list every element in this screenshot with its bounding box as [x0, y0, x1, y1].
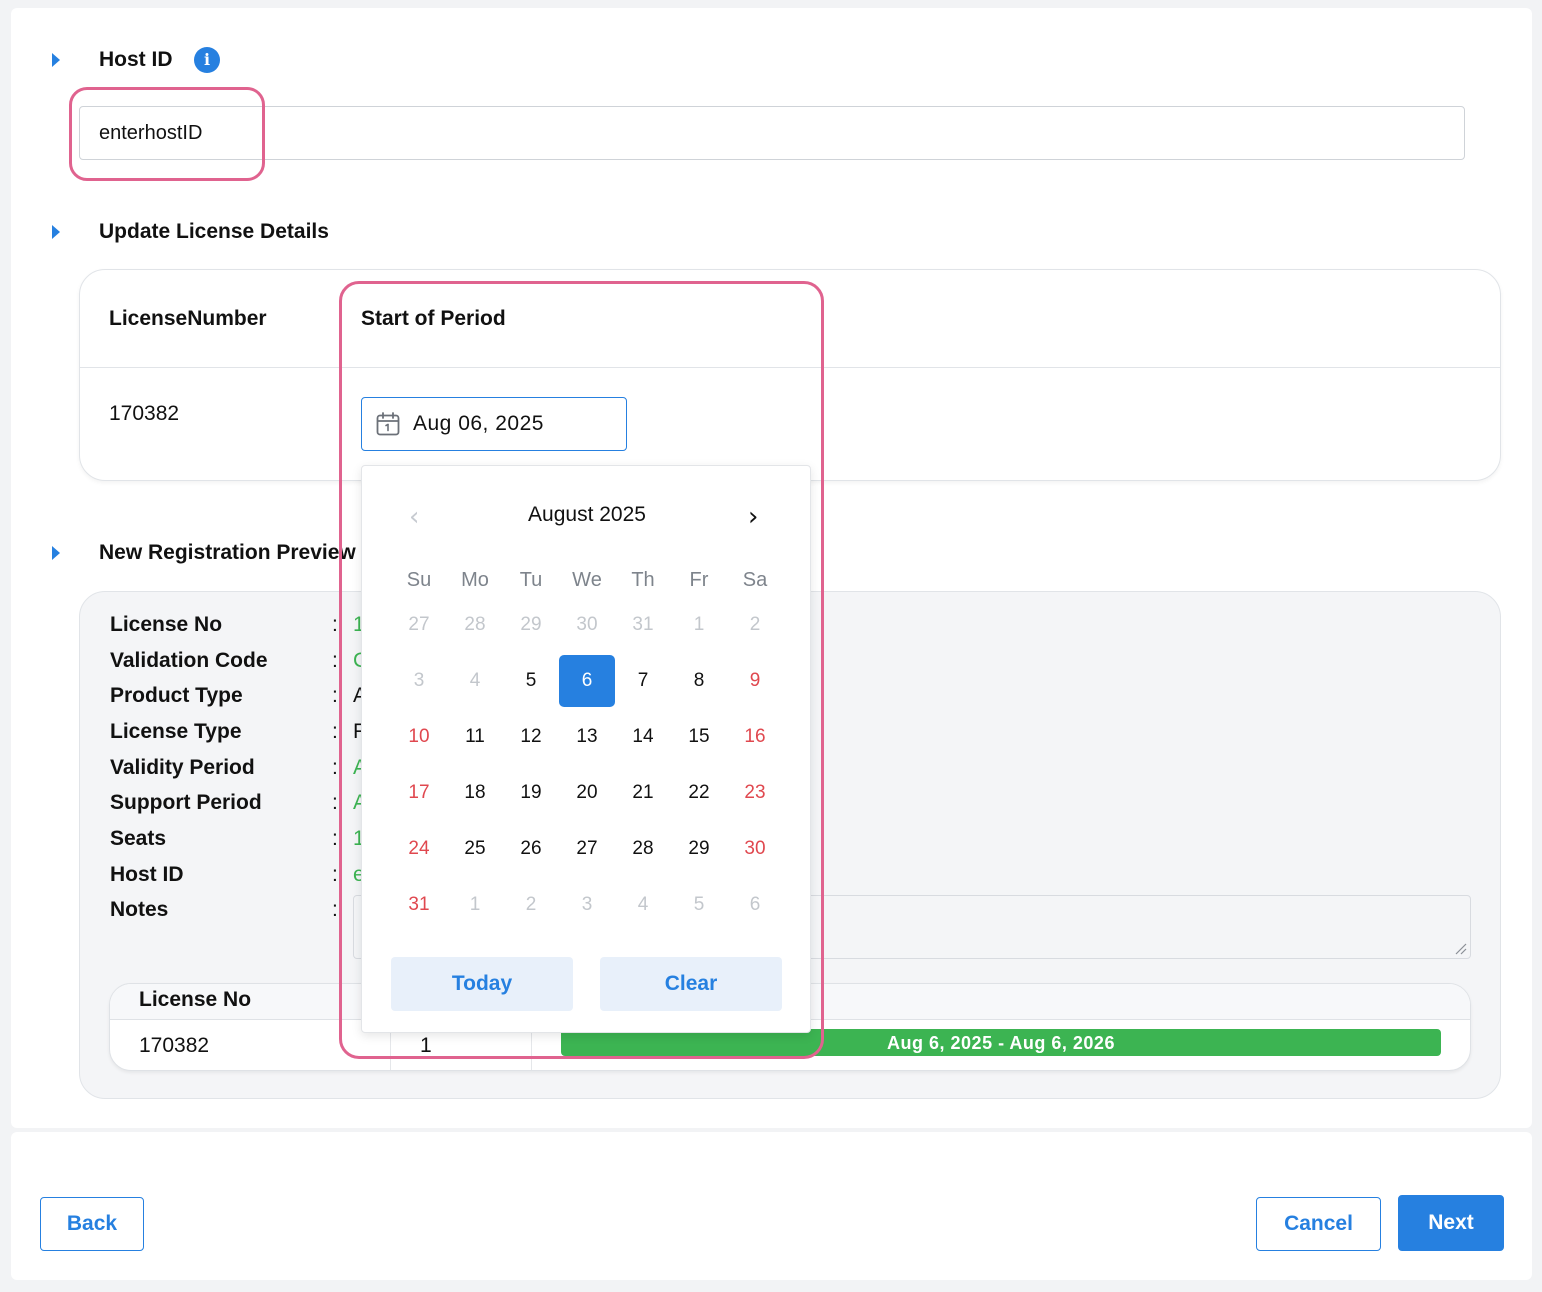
- resize-handle-icon[interactable]: [1455, 943, 1467, 955]
- field-colon: :: [332, 791, 338, 814]
- expand-arrow-icon[interactable]: [52, 546, 60, 560]
- field-label-notes: Notes: [110, 898, 169, 921]
- field-colon: :: [332, 863, 338, 886]
- host-id-title: Host ID: [99, 48, 173, 71]
- start-of-period-highlight: [339, 281, 824, 1059]
- update-license-title: Update License Details: [99, 220, 329, 243]
- registration-preview-title: New Registration Preview: [99, 541, 356, 564]
- field-colon: :: [332, 756, 338, 779]
- expand-arrow-icon[interactable]: [52, 53, 60, 67]
- field-label-validation-code: Validation Code: [110, 649, 268, 672]
- back-button[interactable]: Back: [40, 1197, 144, 1251]
- expand-arrow-icon[interactable]: [52, 225, 60, 239]
- field-label-seats: Seats: [110, 827, 167, 850]
- field-colon: :: [332, 684, 338, 707]
- field-colon: :: [332, 613, 338, 636]
- field-label-license-type: License Type: [110, 720, 242, 743]
- table-cell-license-no: 170382: [139, 1034, 210, 1057]
- field-colon: :: [332, 898, 338, 921]
- field-colon: :: [332, 720, 338, 743]
- field-label-validity-period: Validity Period: [110, 756, 255, 779]
- cancel-button[interactable]: Cancel: [1256, 1197, 1381, 1251]
- host-id-highlight: [69, 87, 265, 181]
- field-label-support-period: Support Period: [110, 791, 262, 814]
- next-button[interactable]: Next: [1398, 1195, 1504, 1251]
- field-colon: :: [332, 649, 338, 672]
- field-label-host-id: Host ID: [110, 863, 184, 886]
- license-number-value: 170382: [109, 402, 180, 425]
- field-colon: :: [332, 827, 338, 850]
- host-id-input[interactable]: enterhostID: [79, 106, 1465, 160]
- field-label-product-type: Product Type: [110, 684, 243, 707]
- column-header-license-no: License No: [139, 988, 252, 1011]
- field-label-license-no: License No: [110, 613, 223, 636]
- info-icon[interactable]: i: [194, 47, 220, 73]
- column-header-license-number: LicenseNumber: [109, 307, 267, 330]
